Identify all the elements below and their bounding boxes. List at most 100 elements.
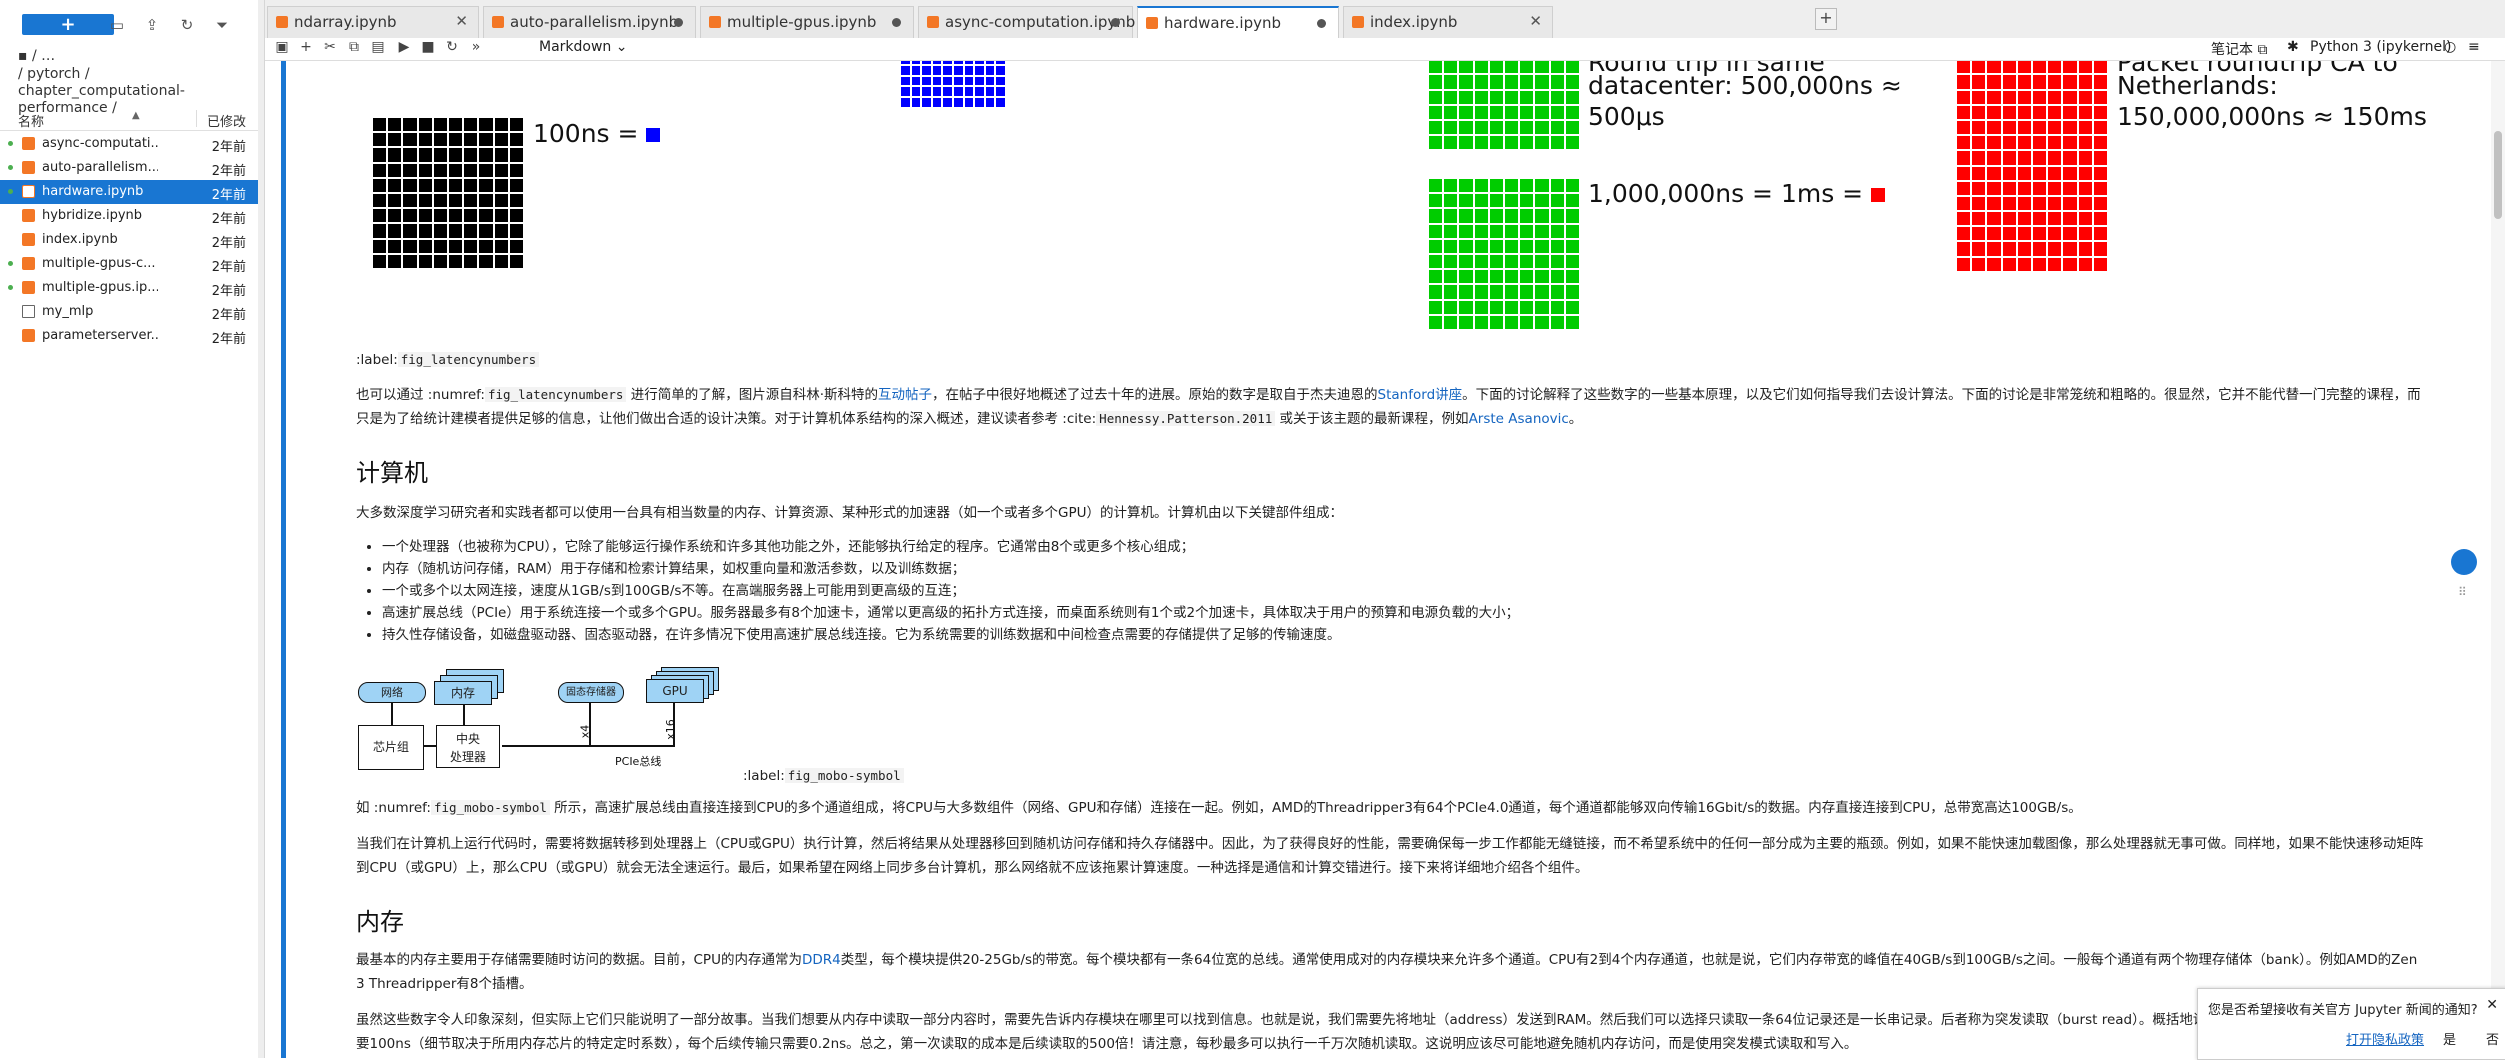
file-list-item[interactable]: parameterserver.... 2年前 [0,324,258,348]
file-list-item[interactable]: my_mlp 2年前 [0,300,258,324]
asanovic-link[interactable]: Arste Asanovic [1469,411,1569,427]
file-list-item[interactable]: multiple-gpus-c... 2年前 [0,252,258,276]
grid-cell [403,163,417,177]
text-span: 如 :numref: [356,800,431,816]
tab-label: hardware.ipynb [1164,14,1282,32]
insert-cell-icon[interactable]: + [297,39,315,55]
interactive-post-link[interactable]: 互动帖子 [878,387,932,403]
menu-icon[interactable]: ≡ [2468,39,2480,55]
tab-3[interactable]: async-computation.ipynb [918,6,1135,38]
file-list-item[interactable]: hardware.ipynb 2年前 [0,180,258,204]
grid-cell [996,61,1005,65]
new-folder-icon[interactable]: ▭ [106,14,128,36]
ddr4-link[interactable]: DDR4 [802,952,841,968]
grid-cell [1459,300,1473,314]
grid-cell [373,163,387,177]
copy-icon[interactable]: ⧉ [345,39,363,55]
paste-icon[interactable]: ▤ [369,39,387,55]
kernel-name[interactable]: Python 3 (ipykernel) [2310,39,2451,55]
tab-0[interactable]: ndarray.ipynb ✕ [267,6,479,38]
close-icon[interactable]: ✕ [2486,997,2498,1013]
grid-cell [2093,227,2107,241]
grid-cell [2063,227,2077,241]
vertical-scrollbar[interactable] [2491,61,2505,1058]
unsaved-dot-icon[interactable] [892,18,901,27]
grid-cell [1535,120,1549,135]
grid-cell [1489,75,1503,89]
grid-cell [1504,61,1519,74]
filter-icon[interactable]: ⏷ [211,14,233,36]
restart-icon[interactable]: ↻ [443,39,461,55]
file-list-item[interactable]: multiple-gpus.ip... 2年前 [0,276,258,300]
grid-cell [1474,61,1488,74]
grid-cell [479,148,493,162]
file-list-item[interactable]: index.ipynb 2年前 [0,228,258,252]
upload-icon[interactable]: ⇪ [141,14,163,36]
tab-4[interactable]: hardware.ipynb [1137,6,1339,39]
drag-handle-icon[interactable]: ⠿ [2458,585,2467,599]
sort-ascending-icon[interactable]: ▲ [132,110,140,121]
name-column-header[interactable]: 名称 [18,111,44,130]
grid-cell [1550,239,1564,253]
grid-cell [448,254,463,268]
file-modified: 2年前 [211,164,246,179]
unsaved-dot-icon[interactable] [1317,19,1326,28]
notebook-icon [22,137,35,150]
tab-1[interactable]: auto-parallelism.ipynb [483,6,696,38]
grid-cell [985,87,995,96]
grid-cell [1444,315,1458,329]
unsaved-dot-icon[interactable] [1111,18,1120,27]
column-divider[interactable] [196,110,197,127]
grid-cell [1957,166,1971,180]
add-tab-button[interactable]: + [1815,8,1837,30]
paragraph-components-intro: 大多数深度学习研究者和实践者都可以使用一台具有相当数量的内存、计算资源、某种形式… [356,505,1343,521]
grid-cell [1535,90,1549,104]
stanford-lecture-link[interactable]: Stanford讲座 [1378,387,1463,403]
grid-cell [2078,227,2092,241]
file-list-item[interactable]: hybridize.ipynb 2年前 [0,204,258,228]
grid-cell [494,239,508,253]
grid-cell [1987,242,2001,256]
grid-cell [1504,75,1519,89]
news-notification: 您是否希望接收有关官方 Jupyter 新闻的通知? ✕ 打开隐私政策 是 否 [2197,988,2505,1060]
assistant-float-icon[interactable] [2451,549,2477,575]
stop-icon[interactable]: ■ [419,39,437,55]
scrollbar-thumb[interactable] [2494,131,2502,219]
grid-cell [1444,224,1458,238]
tab-5[interactable]: index.ipynb ✕ [1343,6,1553,38]
refresh-icon[interactable]: ↻ [176,14,198,36]
close-tab-icon[interactable]: ✕ [1529,12,1542,30]
sidebar-splitter[interactable] [258,0,265,1058]
run-icon[interactable]: ▶ [395,39,413,55]
notebook-toolbar: ▣ + ✂ ⧉ ▤ ▶ ■ ↻ » Markdown ⌄ 笔记本 ⧉ ✱ Pyt… [265,38,2505,61]
close-tab-icon[interactable]: ✕ [455,12,468,30]
grid-cell [448,118,463,132]
grid-cell [2078,75,2092,89]
modified-column-header[interactable]: 已修改 [207,111,246,130]
breadcrumb-top[interactable]: / … [32,48,55,64]
fast-forward-icon[interactable]: » [467,39,485,55]
yes-button[interactable]: 是 [2443,1029,2456,1048]
cut-icon[interactable]: ✂ [321,39,339,55]
privacy-policy-link[interactable]: 打开隐私政策 [2346,1029,2424,1048]
grid-cell [1535,254,1549,269]
new-launcher-button[interactable]: + [22,14,114,35]
unsaved-dot-icon[interactable] [674,18,683,27]
grid-cell [448,209,463,223]
tab-2[interactable]: multiple-gpus.ipynb [700,6,914,38]
running-indicator-icon [8,189,13,194]
grid-cell [494,193,508,208]
breadcrumb-root[interactable]: ▪ / … [18,48,55,64]
grid-cell [448,178,463,192]
file-list-item[interactable]: auto-parallelism.... 2年前 [0,156,258,180]
file-list-item[interactable]: async-computati... 2年前 [0,132,258,156]
150ms-text: 150,000,000ns ≈ 150ms [2117,102,2427,131]
grid-cell [2063,196,2077,211]
grid-cell [1474,270,1488,284]
save-icon[interactable]: ▣ [273,39,291,55]
grid-cell [2078,257,2092,271]
bug-icon[interactable]: ✱ [2287,39,2299,55]
notebook-label[interactable]: 笔记本 ⧉ [2211,39,2267,59]
cell-type-select[interactable]: Markdown ⌄ [539,39,627,55]
no-button[interactable]: 否 [2486,1029,2499,1048]
